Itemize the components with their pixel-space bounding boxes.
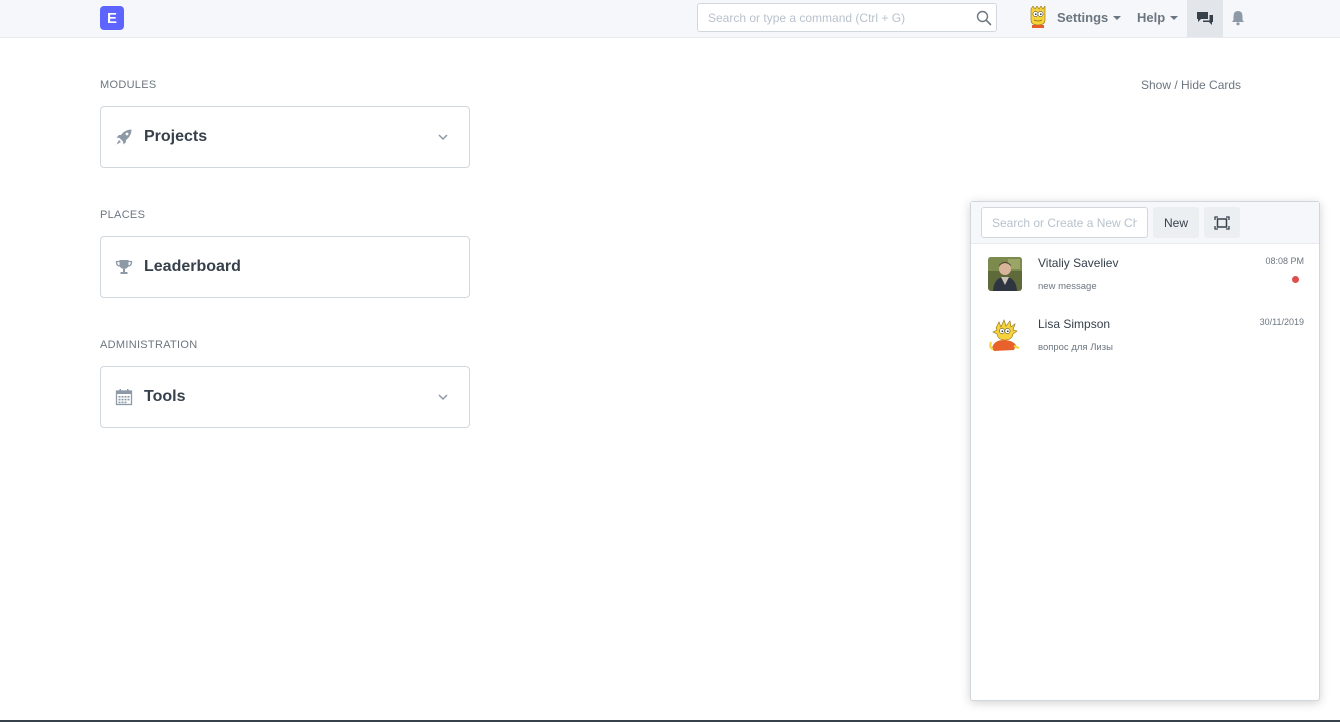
chat-toggle-button[interactable] [1187, 0, 1223, 37]
section-label-modules: MODULES [100, 79, 157, 91]
card-leaderboard[interactable]: Leaderboard [100, 236, 470, 298]
user-avatar[interactable] [1028, 6, 1048, 28]
avatar [988, 318, 1022, 352]
chat-search-input[interactable] [981, 207, 1148, 238]
chat-room-item[interactable]: Lisa Simpson вопрос для Лизы 30/11/2019 [971, 304, 1319, 364]
section-label-administration: ADMINISTRATION [100, 339, 198, 351]
card-projects[interactable]: Projects [100, 106, 470, 168]
card-tools[interactable]: Tools [100, 366, 470, 428]
unread-indicator [1292, 276, 1299, 283]
search-icon[interactable] [976, 10, 992, 26]
card-label: Leaderboard [144, 258, 241, 275]
card-label: Tools [144, 388, 186, 405]
settings-label[interactable]: Settings [1057, 10, 1108, 25]
card-label: Projects [144, 128, 208, 145]
room-timestamp: 30/11/2019 [1259, 317, 1304, 327]
search-input[interactable] [698, 4, 968, 31]
expand-icon [1214, 215, 1230, 230]
help-label[interactable]: Help [1137, 10, 1165, 25]
chat-header: New [971, 202, 1319, 244]
avatar [988, 257, 1022, 291]
room-name: Vitaliy Saveliev [1038, 256, 1119, 270]
settings-menu[interactable]: Settings [1057, 10, 1122, 25]
caret-down-icon [1170, 16, 1179, 20]
caret-down-icon [1113, 16, 1122, 20]
room-last-message: вопрос для Лизы [1038, 342, 1113, 353]
section-label-places: PLACES [100, 209, 146, 221]
trophy-icon [115, 260, 133, 274]
help-menu[interactable]: Help [1137, 10, 1179, 25]
navbar: E Settings Help [0, 0, 1340, 38]
chat-icon [1197, 11, 1213, 25]
room-name: Lisa Simpson [1038, 317, 1111, 331]
room-last-message: new message [1038, 281, 1097, 292]
chat-panel: New Vitaliy Saveliev new m [970, 201, 1320, 701]
calendar-icon [115, 389, 133, 406]
show-hide-cards-link[interactable]: Show / Hide Cards [1141, 78, 1241, 92]
chat-room-item[interactable]: Vitaliy Saveliev new message 08:08 PM [971, 243, 1319, 303]
chevron-down-icon[interactable] [437, 132, 449, 142]
new-chat-button[interactable]: New [1153, 207, 1199, 238]
awesomebar[interactable] [697, 3, 997, 32]
room-timestamp: 08:08 PM [1265, 256, 1304, 266]
expand-chat-button[interactable] [1204, 207, 1240, 238]
rocket-icon [116, 129, 132, 145]
app-logo[interactable]: E [100, 6, 124, 30]
chevron-down-icon[interactable] [437, 392, 449, 402]
bell-icon[interactable] [1229, 9, 1247, 27]
